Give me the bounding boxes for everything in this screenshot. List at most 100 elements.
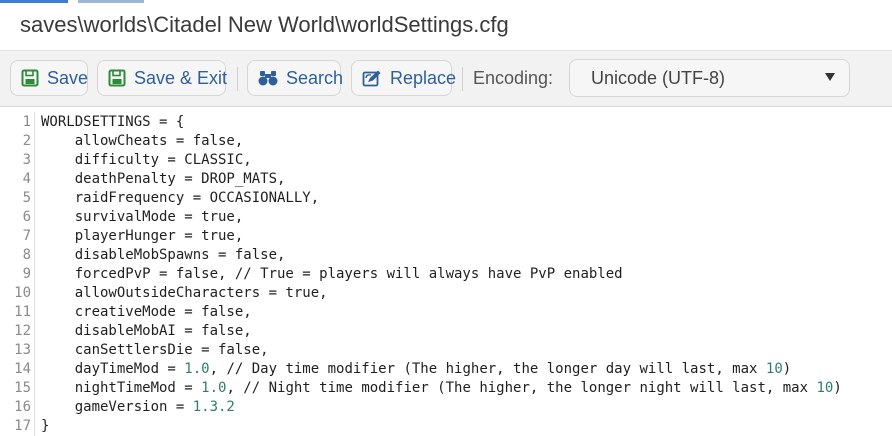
line-number: 6: [22, 209, 31, 225]
line-number: 1: [22, 114, 31, 130]
code-text: creativeMode = false,: [41, 303, 252, 322]
code-line[interactable]: 10 allowOutsideCharacters = true,: [0, 284, 892, 303]
tab-indicator[interactable]: [78, 0, 144, 3]
encoding-select-value: Unicode (UTF-8): [591, 67, 726, 88]
code-line[interactable]: 8 disableMobSpawns = false,: [0, 246, 892, 265]
code-segment: forcedPvP = false, // True = players wil…: [41, 266, 623, 282]
line-number: 2: [22, 133, 31, 149]
file-path-title: saves\worlds\Citadel New World\worldSett…: [20, 12, 509, 37]
save-button[interactable]: Save: [10, 60, 88, 96]
code-segment: allowOutsideCharacters = true,: [41, 285, 328, 301]
line-number: 11: [14, 304, 31, 320]
line-number: 4: [22, 171, 31, 187]
line-number: 5: [22, 190, 31, 206]
search-button[interactable]: Search: [247, 60, 344, 96]
save-and-exit-button[interactable]: Save & Exit: [97, 60, 228, 96]
line-number: 14: [14, 361, 31, 377]
code-segment: deathPenalty = DROP_MATS,: [41, 171, 286, 187]
encoding-label: Encoding:: [473, 68, 554, 88]
code-text: deathPenalty = DROP_MATS,: [41, 170, 286, 189]
code-segment: , // Night time modifier (The higher, th…: [226, 380, 817, 396]
toolbar-divider: [462, 67, 463, 91]
floppy-disk-icon: [108, 68, 126, 88]
active-tab-indicator[interactable]: [0, 0, 68, 3]
code-segment: ): [782, 361, 792, 377]
code-segment: , // Day time modifier (The higher, the …: [209, 361, 766, 377]
code-text: forcedPvP = false, // True = players wil…: [41, 265, 623, 284]
code-line[interactable]: 11 creativeMode = false,: [0, 303, 892, 322]
code-text: nightTimeMod = 1.0, // Night time modifi…: [41, 379, 842, 398]
code-line[interactable]: 5 raidFrequency = OCCASIONALLY,: [0, 189, 892, 208]
line-number: 3: [22, 152, 31, 168]
save-button-label: Save: [47, 67, 89, 88]
code-editor[interactable]: 1 WORLDSETTINGS = { 2 allowCheats = false,…: [0, 112, 892, 436]
line-number: 12: [14, 323, 31, 339]
code-segment: allowCheats = false,: [41, 133, 244, 149]
code-text: gameVersion = 1.3.2: [41, 398, 235, 417]
code-segment: disableMobSpawns = false,: [41, 247, 286, 263]
line-number: 10: [14, 285, 31, 301]
code-line[interactable]: 1 WORLDSETTINGS = {: [0, 113, 892, 132]
window-tab-strip: [0, 0, 200, 3]
line-number: 16: [14, 399, 31, 415]
binoculars-icon: [258, 68, 278, 88]
code-text: allowOutsideCharacters = true,: [41, 284, 328, 303]
code-line[interactable]: 4 deathPenalty = DROP_MATS,: [0, 170, 892, 189]
code-segment: survivalMode = true,: [41, 209, 244, 225]
chevron-down-icon: [825, 73, 835, 81]
numeric-literal: 10: [765, 361, 783, 377]
code-line[interactable]: 17}: [0, 417, 892, 436]
code-line[interactable]: 6 survivalMode = true,: [0, 208, 892, 227]
line-number: 9: [22, 266, 31, 282]
code-segment: difficulty = CLASSIC,: [41, 152, 252, 168]
numeric-literal: 10: [816, 380, 834, 396]
code-text: raidFrequency = OCCASIONALLY,: [41, 189, 319, 208]
code-text: playerHunger = true,: [41, 227, 244, 246]
code-text: dayTimeMod = 1.0, // Day time modifier (…: [41, 360, 791, 379]
line-number: 7: [22, 228, 31, 244]
code-line[interactable]: 13 canSettlersDie = false,: [0, 341, 892, 360]
code-line[interactable]: 2 allowCheats = false,: [0, 132, 892, 151]
encoding-select[interactable]: Unicode (UTF-8): [569, 59, 850, 97]
code-segment: WORLDSETTINGS = {: [41, 114, 185, 130]
code-text: allowCheats = false,: [41, 132, 244, 151]
code-segment: }: [41, 418, 50, 434]
code-text: disableMobSpawns = false,: [41, 246, 286, 265]
line-number: 17: [14, 418, 31, 434]
code-line[interactable]: 7 playerHunger = true,: [0, 227, 892, 246]
edit-replace-icon: [362, 68, 382, 88]
code-text: disableMobAI = false,: [41, 322, 252, 341]
line-number: 13: [14, 342, 31, 358]
save-and-exit-button-label: Save & Exit: [134, 67, 228, 88]
numeric-literal: 1.0: [184, 361, 210, 377]
replace-button-label: Replace: [390, 67, 457, 88]
code-text: WORLDSETTINGS = {: [41, 113, 184, 132]
line-number: 15: [14, 380, 31, 396]
code-segment: canSettlersDie = false,: [41, 342, 269, 358]
numeric-literal: 1.3.2: [192, 399, 235, 415]
code-segment: playerHunger = true,: [41, 228, 244, 244]
code-line[interactable]: 15 nightTimeMod = 1.0, // Night time mod…: [0, 379, 892, 398]
code-text: }: [41, 417, 49, 436]
code-line[interactable]: 16 gameVersion = 1.3.2: [0, 398, 892, 417]
code-segment: dayTimeMod =: [41, 361, 185, 377]
code-text: difficulty = CLASSIC,: [41, 151, 252, 170]
code-segment: ): [833, 380, 842, 396]
line-number: 8: [22, 247, 31, 263]
code-line[interactable]: 12 disableMobAI = false,: [0, 322, 892, 341]
toolbar-divider: [237, 67, 238, 91]
code-line[interactable]: 9 forcedPvP = false, // True = players w…: [0, 265, 892, 284]
code-segment: raidFrequency = OCCASIONALLY,: [41, 190, 320, 206]
code-text: survivalMode = true,: [41, 208, 244, 227]
code-line[interactable]: 14 dayTimeMod = 1.0, // Day time modifie…: [0, 360, 892, 379]
floppy-disk-icon: [21, 68, 39, 88]
editor-window: saves\worlds\Citadel New World\worldSett…: [0, 0, 892, 436]
code-segment: disableMobAI = false,: [41, 323, 252, 339]
replace-button[interactable]: Replace: [351, 60, 456, 96]
search-button-label: Search: [286, 67, 344, 88]
code-text: canSettlersDie = false,: [41, 341, 269, 360]
code-segment: nightTimeMod =: [41, 380, 202, 396]
numeric-literal: 1.0: [201, 380, 227, 396]
code-line[interactable]: 3 difficulty = CLASSIC,: [0, 151, 892, 170]
code-segment: gameVersion =: [41, 399, 193, 415]
